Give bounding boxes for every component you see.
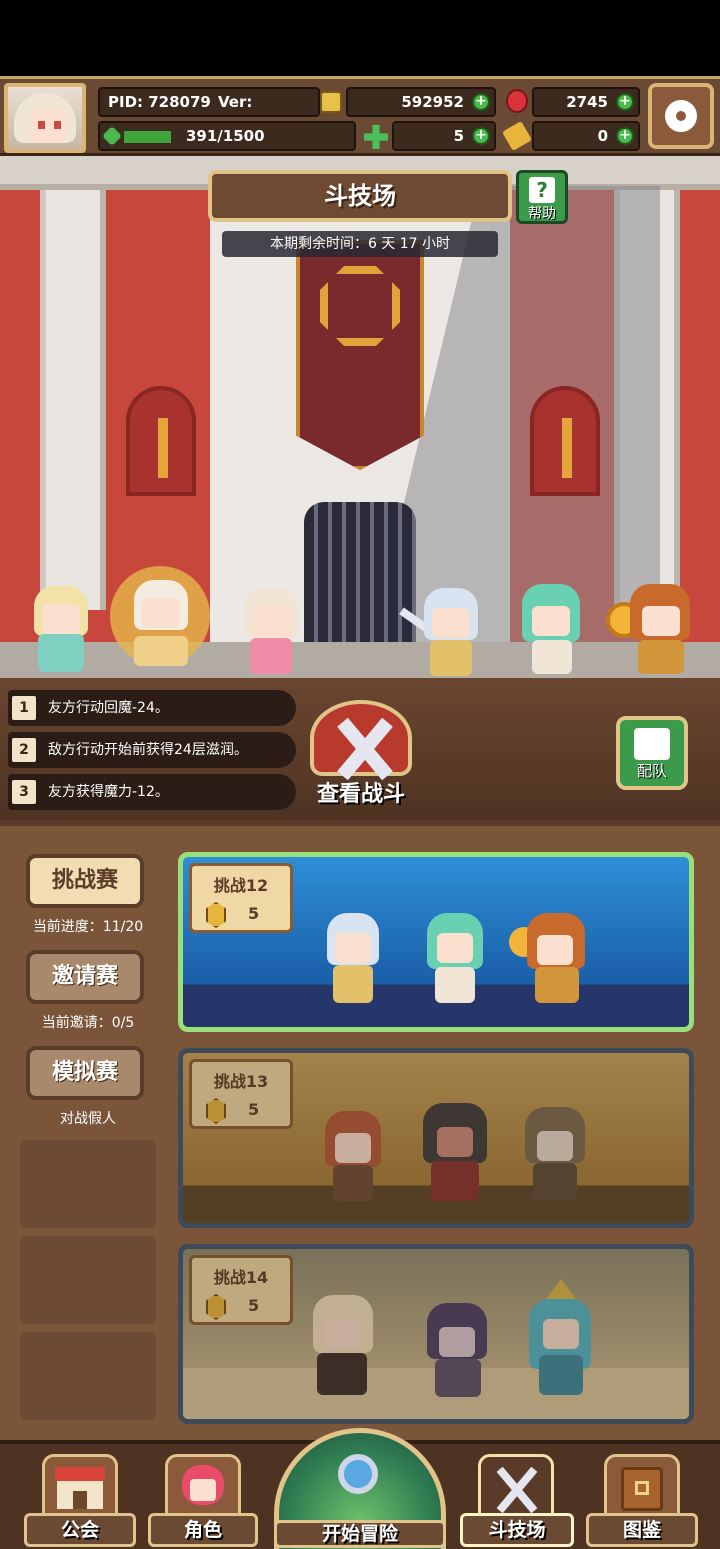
red-gem-icon [506,89,528,113]
enemy-hero-2 [504,580,604,678]
player-info-box: PID: 728079 Ver: 1.1.1.14 [98,87,320,137]
gold-amount: 592952 [401,93,464,111]
resource-header: PID: 728079 Ver: 1.1.1.14 592952 + 2745 … [0,76,720,156]
add-gold-button[interactable]: + [472,93,490,111]
battle-log-entry: 3 友方获得魔力-12。 [8,774,296,810]
stamina-box: 391/1500 [98,121,356,151]
arena-coin-icon [206,902,226,928]
ally-hero-1 [14,576,104,676]
enemy-hero-1 [396,584,496,678]
empty-mode-slot [20,1332,156,1420]
ally-hero-2 [110,566,210,676]
add-key-button[interactable]: + [616,127,634,145]
help-label: 帮助 [528,206,556,222]
clover-amount: 5 [453,127,464,145]
key-amount: 0 [597,127,608,145]
battle-log-entry: 2 敌方行动开始前获得24层滋润。 [8,732,296,768]
status-bar [0,0,720,76]
nav-codex[interactable]: 图鉴 [586,1444,698,1549]
gem-counter: 2745 + [532,87,640,117]
help-icon: ? [529,177,555,203]
season-timer: 本期剩余时间：6 天 17 小时 [222,231,498,257]
magnifier-icon [338,1454,378,1494]
arena-main-panel: 挑战赛 当前进度：11/20 邀请赛 当前邀请：0/5 模拟赛 对战假人 挑战1… [0,820,720,1440]
key-counter: 0 + [532,121,640,151]
gem-amount: 2745 [566,93,608,111]
player-id: PID: 728079 [108,93,211,111]
settings-button[interactable] [648,83,714,149]
challenge-tag: 挑战12 5 [189,863,293,933]
empty-mode-slot [20,1236,156,1324]
mode-selector: 挑战赛 当前进度：11/20 邀请赛 当前邀请：0/5 模拟赛 对战假人 [14,840,162,1420]
arena-banner [296,240,424,470]
help-button[interactable]: ? 帮助 [516,170,568,224]
start-adventure-button[interactable]: 开始冒险 [274,1428,446,1549]
opponent-hero [415,909,495,1005]
view-battle-button[interactable]: 查看战斗 [296,700,426,812]
nav-character[interactable]: 角色 [148,1444,258,1549]
challenge-mode-button[interactable]: 挑战赛 [26,854,144,908]
gold-counter: 592952 + [346,87,496,117]
challenge-progress: 当前进度：11/20 [32,919,144,935]
invite-progress: 当前邀请：0/5 [41,1015,135,1031]
nav-guild[interactable]: 公会 [24,1444,136,1549]
enemy-hero-3 [606,580,706,678]
team-icon [634,728,670,760]
opponent-card[interactable]: 挑战14 5 [178,1244,694,1424]
clover-icon [364,125,388,149]
opponent-card[interactable]: 挑战12 5 [178,852,694,1032]
battle-log-entry: 1 友方行动回魔-24。 [8,690,296,726]
opponent-hero [313,909,393,1005]
opponent-hero [509,909,593,1005]
gold-coin-icon [320,91,342,113]
opponent-card[interactable]: 挑战13 5 [178,1048,694,1228]
ally-hero-3 [226,580,316,676]
add-gem-button[interactable]: + [616,93,634,111]
add-clover-button[interactable]: + [472,127,490,145]
nav-arena[interactable]: 斗技场 [460,1444,574,1549]
stamina-icon [102,126,122,146]
team-setup-button[interactable]: 配队 [616,716,688,790]
simulate-mode-button[interactable]: 模拟赛 [26,1046,144,1100]
player-avatar[interactable] [4,83,86,153]
stamina-value: 391/1500 [186,127,265,145]
page-title: 斗技场 [208,170,512,222]
clover-counter: 5 + [392,121,496,151]
view-battle-label: 查看战斗 [316,782,405,807]
start-adventure-label: 开始冒险 [274,1520,446,1548]
team-label: 配队 [636,762,667,780]
simulate-description: 对战假人 [60,1111,116,1127]
empty-mode-slot [20,1140,156,1228]
key-icon [501,120,533,152]
stamina-bar [124,131,171,143]
crossed-swords-icon [310,700,412,781]
invite-mode-button[interactable]: 邀请赛 [26,950,144,1004]
